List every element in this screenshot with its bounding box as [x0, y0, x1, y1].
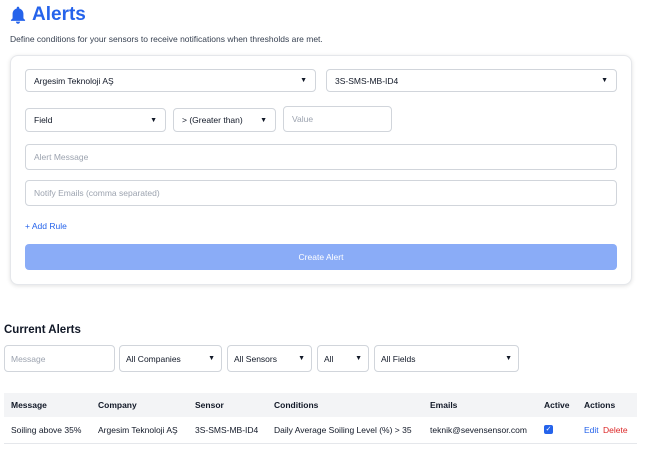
message-filter-input[interactable]: Message	[4, 345, 115, 372]
column-header-message: Message	[11, 400, 47, 410]
status-filter-select[interactable]: All ▼	[317, 345, 369, 372]
add-rule-link[interactable]: + Add Rule	[25, 221, 67, 231]
chevron-down-icon: ▼	[298, 355, 305, 362]
sensor-filter-value: All Sensors	[234, 353, 277, 364]
alerts-table-header: Message Company Sensor Conditions Emails…	[4, 393, 637, 417]
table-row: Soiling above 35% Argesim Teknoloji AŞ 3…	[4, 417, 637, 444]
company-filter-value: All Companies	[126, 353, 181, 364]
field-filter-value: All Fields	[381, 353, 416, 364]
chevron-down-icon: ▼	[355, 355, 362, 362]
value-input[interactable]: Value	[283, 106, 392, 132]
alert-sensor-cell: 3S-SMS-MB-ID4	[195, 425, 259, 435]
chevron-down-icon: ▼	[208, 355, 215, 362]
alert-conditions-cell: Daily Average Soiling Level (%) > 35	[274, 425, 412, 435]
sensor-select[interactable]: 3S-SMS-MB-ID4 ▼	[326, 69, 617, 92]
notify-emails-placeholder: Notify Emails (comma separated)	[34, 188, 160, 198]
edit-button[interactable]: Edit	[584, 417, 599, 444]
alert-message-cell: Soiling above 35%	[11, 425, 82, 435]
column-header-sensor: Sensor	[195, 400, 224, 410]
chevron-down-icon: ▼	[300, 77, 307, 84]
page-header: Alerts	[8, 4, 86, 26]
company-select[interactable]: Argesim Teknoloji AŞ ▼	[25, 69, 316, 92]
alert-emails-cell: teknik@sevensensor.com	[430, 425, 527, 435]
field-filter-select[interactable]: All Fields ▼	[374, 345, 519, 372]
delete-button[interactable]: Delete	[603, 417, 628, 444]
operator-select-value: > (Greater than)	[182, 115, 243, 125]
chevron-down-icon: ▼	[505, 355, 512, 362]
sensor-filter-select[interactable]: All Sensors ▼	[227, 345, 312, 372]
column-header-company: Company	[98, 400, 137, 410]
sensor-select-value: 3S-SMS-MB-ID4	[335, 75, 399, 86]
page-title: Alerts	[32, 4, 86, 25]
chevron-down-icon: ▼	[601, 77, 608, 84]
message-filter-placeholder: Message	[11, 353, 46, 364]
column-header-active: Active	[544, 400, 570, 410]
company-select-value: Argesim Teknoloji AŞ	[34, 75, 114, 86]
current-alerts-title: Current Alerts	[4, 324, 81, 336]
field-select-value: Field	[34, 115, 53, 125]
value-placeholder: Value	[292, 114, 314, 124]
field-select[interactable]: Field ▼	[25, 108, 166, 132]
status-filter-value: All	[324, 353, 334, 364]
alert-company-cell: Argesim Teknoloji AŞ	[98, 425, 178, 435]
bell-icon	[10, 6, 26, 24]
alert-message-input[interactable]: Alert Message	[25, 144, 617, 170]
alert-message-placeholder: Alert Message	[34, 152, 89, 162]
chevron-down-icon: ▼	[150, 116, 157, 124]
column-header-actions: Actions	[584, 400, 616, 410]
column-header-conditions: Conditions	[274, 400, 319, 410]
notify-emails-input[interactable]: Notify Emails (comma separated)	[25, 180, 617, 206]
active-checkbox[interactable]: ✓	[544, 425, 553, 434]
create-alert-button[interactable]: Create Alert	[25, 244, 617, 270]
operator-select[interactable]: > (Greater than) ▼	[173, 108, 276, 132]
chevron-down-icon: ▼	[260, 116, 267, 124]
column-header-emails: Emails	[430, 400, 458, 410]
page-subtitle: Define conditions for your sensors to re…	[10, 34, 323, 44]
company-filter-select[interactable]: All Companies ▼	[119, 345, 222, 372]
